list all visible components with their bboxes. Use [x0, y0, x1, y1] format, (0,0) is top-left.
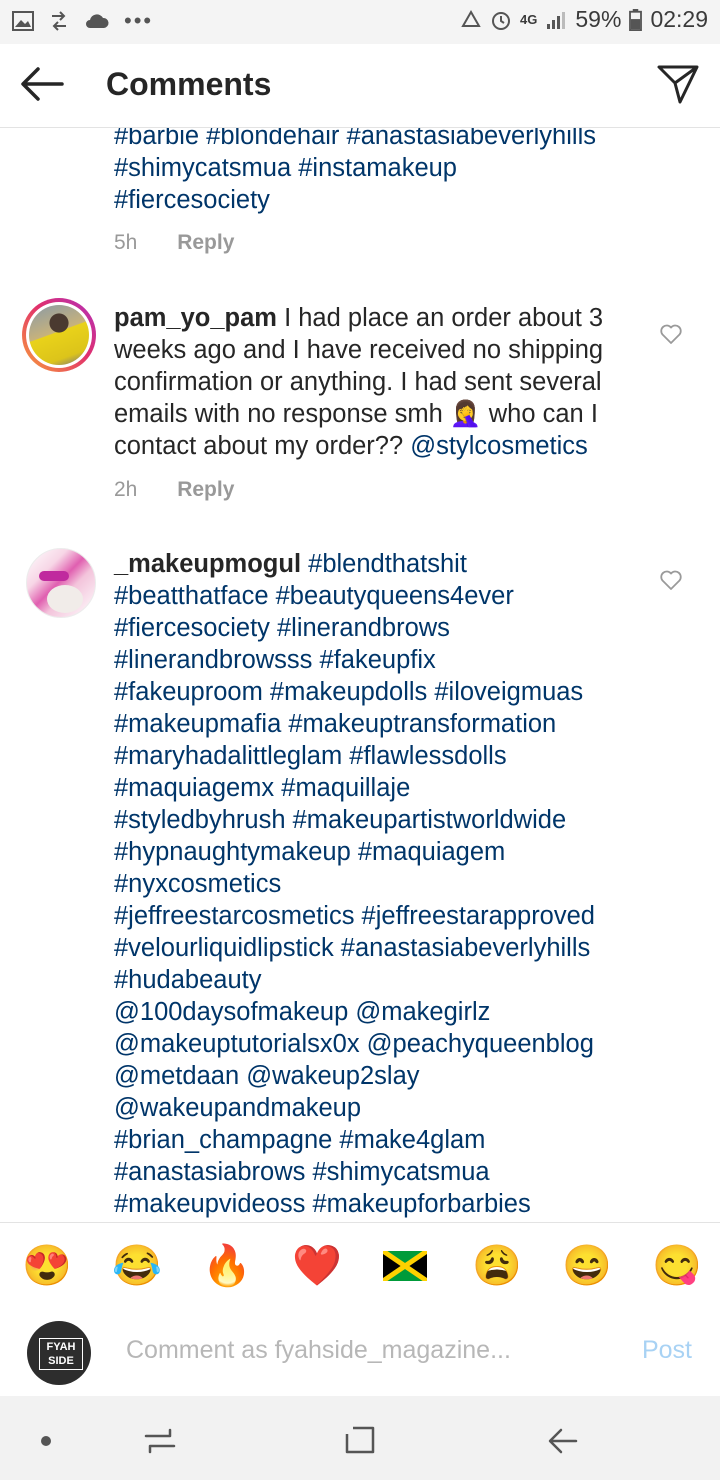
avatar-image [29, 305, 89, 365]
like-heart-icon[interactable] [659, 322, 683, 346]
status-bar-left: ••• [12, 8, 153, 34]
recent-apps-icon[interactable] [142, 1424, 178, 1458]
system-navigation-bar [0, 1396, 720, 1480]
emoji-fire[interactable]: 🔥 [202, 1243, 252, 1289]
battery-icon [629, 8, 643, 31]
page-title: Comments [106, 66, 272, 102]
sync-icon [52, 11, 66, 31]
hashtag-line[interactable]: #fakeuproom #makeupdolls #iloveigmuas [114, 676, 694, 708]
comment-text-line: contact about my order?? @stylcosmetics [114, 430, 674, 462]
comment-input[interactable]: Comment as fyahside_magazine... [126, 1336, 511, 1365]
comment-text-line: weeks ago and I have received no shippin… [114, 336, 604, 364]
emoji-yum-face[interactable]: 😋 [652, 1243, 702, 1289]
comment-text: _makeupmogul #blendthatshit [114, 548, 694, 580]
mention-link[interactable]: @stylcosmetics [410, 432, 588, 460]
direct-send-icon[interactable] [656, 62, 700, 106]
emoji-jamaica-flag[interactable] [381, 1243, 429, 1289]
comment-time: 5h [114, 231, 138, 254]
comment-text-fragment: who can I [481, 400, 598, 428]
avatar-image [39, 571, 69, 581]
jamaica-flag-icon [381, 1248, 429, 1284]
status-bar: ••• 4G 59% 02:29 [0, 0, 720, 44]
hashtag[interactable]: #blendthatshit [301, 550, 467, 578]
comment-composer: FYAH SIDE Comment as fyahside_magazine..… [0, 1308, 720, 1396]
comment-text-fragment: emails with no response smh [114, 400, 450, 428]
comment-time: 2h [114, 478, 138, 501]
comment: _makeupmogul #blendthatshit #beatthatfac… [114, 548, 694, 1220]
back-icon[interactable] [546, 1424, 580, 1458]
emoji-heart-eyes[interactable]: 😍 [22, 1243, 72, 1289]
comment: pam_yo_pam I had place an order about 3 … [114, 302, 674, 502]
comment-meta: 5h Reply [114, 231, 704, 255]
comment-text-line: I had place an order about 3 [277, 304, 604, 332]
reply-button[interactable]: Reply [177, 478, 234, 501]
current-user-avatar: FYAH SIDE [27, 1321, 91, 1385]
avatar-image [47, 585, 83, 613]
emoji-reaction-bar: 😍 😂 🔥 ❤️ 😩 😄 😋 [0, 1222, 720, 1309]
comment-meta: 2h Reply [114, 478, 674, 502]
hashtag-line[interactable]: #makeupmafia #makeuptransformation [114, 708, 694, 740]
comments-header: Comments [0, 44, 720, 128]
hashtag-line[interactable]: #shimycatsmua #instamakeup [114, 152, 704, 184]
facepalm-emoji: 🤦‍♀️ [449, 400, 482, 428]
status-bar-right: 4G 59% 02:29 [460, 6, 708, 33]
hashtag-line[interactable]: @100daysofmakeup @makegirlz [114, 996, 694, 1028]
gallery-icon [12, 11, 34, 31]
more-notifications-icon: ••• [124, 8, 154, 33]
hashtag-line[interactable]: #hypnaughtymakeup #maquiagem [114, 836, 694, 868]
comment-text-line: confirmation or anything. I had sent sev… [114, 368, 602, 396]
comment-text: pam_yo_pam I had place an order about 3 [114, 302, 674, 334]
hashtag-line[interactable]: #maquiagemx #maquillaje [114, 772, 694, 804]
comment-partial: #barbie #blondehair #anastasiabeverlyhil… [114, 128, 704, 255]
hashtag-line[interactable]: #fiercesociety [114, 184, 704, 216]
hashtag-line[interactable]: #velourliquidlipstick #anastasiabeverlyh… [114, 932, 694, 964]
hashtag-line[interactable]: @metdaan @wakeup2slay [114, 1060, 694, 1092]
avatar-logo-text: FYAH SIDE [39, 1338, 83, 1370]
cloud-icon [86, 14, 109, 28]
hashtag-block: #beatthatface #beautyqueens4ever #fierces… [114, 580, 694, 1220]
emoji-weary-face[interactable]: 😩 [472, 1243, 522, 1289]
emoji-grinning-face[interactable]: 😄 [562, 1243, 612, 1289]
recycle-icon [461, 9, 481, 27]
hashtag-line[interactable]: #fiercesociety #linerandbrows [114, 612, 694, 644]
avatar[interactable] [26, 548, 96, 618]
network-type: 4G [520, 12, 538, 27]
comment-text-line: emails with no response smh 🤦‍♀️ who can… [114, 398, 674, 430]
emoji-red-heart[interactable]: ❤️ [292, 1243, 342, 1289]
hashtag-line[interactable]: #makeupvideoss #makeupforbarbies [114, 1188, 694, 1220]
battery-percent: 59% [575, 6, 622, 32]
post-button[interactable]: Post [642, 1336, 692, 1365]
home-square-icon[interactable] [343, 1424, 377, 1458]
comment-username[interactable]: pam_yo_pam [114, 304, 277, 332]
hashtag-line[interactable]: #hudabeauty [114, 964, 694, 996]
hashtag-line[interactable]: #jeffreestarcosmetics #jeffreestarapprov… [114, 900, 694, 932]
like-heart-icon[interactable] [659, 568, 683, 592]
emoji-tears-of-joy[interactable]: 😂 [112, 1243, 162, 1289]
avatar[interactable] [22, 298, 96, 372]
home-dot-icon[interactable] [40, 1435, 52, 1447]
alarm-icon [492, 11, 511, 30]
back-arrow-icon[interactable] [18, 64, 66, 104]
reply-button[interactable]: Reply [177, 231, 234, 254]
comment-username[interactable]: _makeupmogul [114, 550, 301, 578]
signal-icon [547, 11, 566, 29]
hashtag-line[interactable]: #styledbyhrush #makeupartistworldwide [114, 804, 694, 836]
hashtag-line[interactable]: #anastasiabrows #shimycatsmua [114, 1156, 694, 1188]
hashtag-line[interactable]: #nyxcosmetics [114, 868, 694, 900]
hashtag-line[interactable]: #barbie #blondehair #anastasiabeverlyhil… [114, 128, 704, 152]
comments-list[interactable]: #barbie #blondehair #anastasiabeverlyhil… [0, 128, 720, 1222]
hashtag-line[interactable]: @wakeupandmakeup [114, 1092, 694, 1124]
clock: 02:29 [650, 6, 708, 32]
hashtag-line[interactable]: #linerandbrowsss #fakeupfix [114, 644, 694, 676]
hashtag-line[interactable]: #beatthatface #beautyqueens4ever [114, 580, 694, 612]
hashtag-line[interactable]: #maryhadalittleglam #flawlessdolls [114, 740, 694, 772]
comment-text-fragment: contact about my order?? [114, 432, 411, 460]
hashtag-line[interactable]: @makeuptutorialsx0x @peachyqueenblog [114, 1028, 694, 1060]
hashtag-line[interactable]: #brian_champagne #make4glam [114, 1124, 694, 1156]
